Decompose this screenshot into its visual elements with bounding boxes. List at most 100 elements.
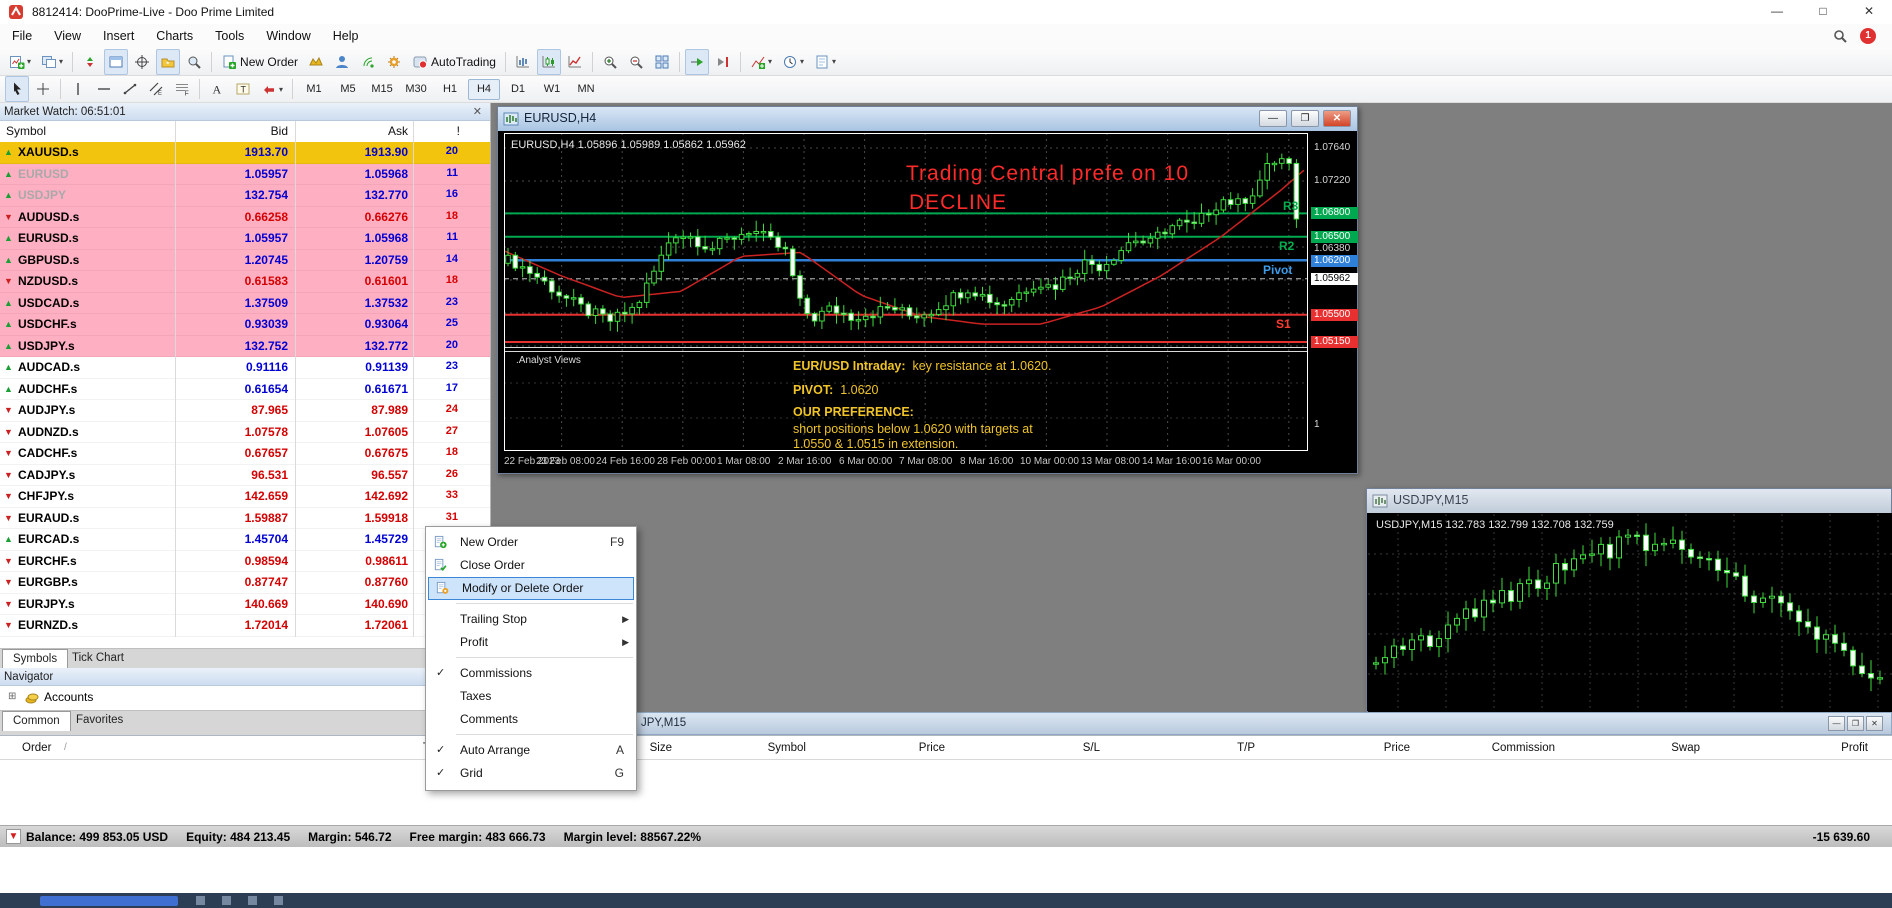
- orders-column-symbol[interactable]: Symbol: [768, 742, 806, 754]
- menu-item-auto-arrange[interactable]: ✓Auto ArrangeA: [426, 739, 636, 762]
- child-restore-icon[interactable]: ❐: [1291, 110, 1319, 127]
- child-close-icon[interactable]: ✕: [1866, 716, 1883, 731]
- column-symbol[interactable]: Symbol: [6, 124, 46, 138]
- column-spread[interactable]: !: [457, 124, 460, 138]
- market-watch-toggle-button[interactable]: [78, 49, 102, 75]
- orders-column-tp[interactable]: T/P: [1237, 742, 1255, 754]
- market-watch-row-audjpy.s[interactable]: ▼AUDJPY.s87.96587.98924: [0, 400, 490, 422]
- chart-area[interactable]: USDJPY,M15 132.783 132.799 132.708 132.7…: [1368, 513, 1892, 712]
- market-watch-row-xauusd.s[interactable]: ▲XAUUSD.s1913.701913.9020: [0, 142, 490, 164]
- market-watch-row-usdjpy.s[interactable]: ▲USDJPY.s132.752132.77220: [0, 336, 490, 358]
- search-symbols-button[interactable]: [182, 49, 206, 75]
- menu-help[interactable]: Help: [322, 24, 370, 48]
- tab-common[interactable]: Common: [2, 711, 71, 731]
- indicators-list-button[interactable]: ▾: [746, 49, 776, 75]
- minimize-icon[interactable]: —: [1754, 0, 1800, 23]
- timeframe-mn[interactable]: MN: [570, 79, 602, 100]
- notification-badge[interactable]: 1: [1860, 28, 1876, 44]
- templates-list-button[interactable]: ▾: [810, 49, 840, 75]
- market-watch-row-audcad.s[interactable]: ▲AUDCAD.s0.911160.9113923: [0, 357, 490, 379]
- child-minimize-icon[interactable]: —: [1828, 716, 1845, 731]
- menu-item-new-order[interactable]: New OrderF9: [426, 531, 636, 554]
- chart-window-titlebar[interactable]: EURUSD,H4 — ❐ ✕: [498, 107, 1357, 131]
- tab-symbols[interactable]: Symbols: [2, 649, 68, 669]
- close-icon[interactable]: ✕: [1846, 0, 1892, 23]
- new-order-button[interactable]: New Order: [217, 49, 302, 75]
- timeframe-w1[interactable]: W1: [536, 79, 568, 100]
- chart-area[interactable]: 1.076401.072201.068001.065001.063801.062…: [500, 131, 1357, 473]
- timeframe-m15[interactable]: M15: [366, 79, 398, 100]
- menu-insert[interactable]: Insert: [92, 24, 145, 48]
- child-close-icon[interactable]: ✕: [1323, 110, 1351, 127]
- orders-column-size[interactable]: Size: [650, 742, 672, 754]
- tab-favorites[interactable]: Favorites: [66, 711, 133, 730]
- menu-window[interactable]: Window: [255, 24, 321, 48]
- navigator-tree-item-accounts[interactable]: ⊞ Accounts: [0, 686, 490, 710]
- timeframe-d1[interactable]: D1: [502, 79, 534, 100]
- menu-file[interactable]: File: [1, 24, 43, 48]
- dropdown-caret-icon[interactable]: ▾: [768, 57, 772, 66]
- metaquotes-button[interactable]: [304, 49, 328, 75]
- orders-column-profit[interactable]: Profit: [1841, 742, 1868, 754]
- trendline-tool-button[interactable]: [118, 76, 142, 102]
- new-chart-button[interactable]: ▾: [5, 49, 35, 75]
- candlestick-mode-button[interactable]: [537, 49, 561, 75]
- market-watch-row-eurusd.s[interactable]: ▲EURUSD.s1.059571.0596811: [0, 228, 490, 250]
- menu-item-trailing-stop[interactable]: Trailing Stop▶: [426, 608, 636, 631]
- market-watch-row-audchf.s[interactable]: ▲AUDCHF.s0.616540.6167117: [0, 379, 490, 401]
- menu-item-taxes[interactable]: Taxes: [426, 685, 636, 708]
- market-watch-row-chfjpy.s[interactable]: ▼CHFJPY.s142.659142.69233: [0, 486, 490, 508]
- market-watch-row-cadjpy.s[interactable]: ▼CADJPY.s96.53196.55726: [0, 465, 490, 487]
- market-watch-row-usdcad.s[interactable]: ▲USDCAD.s1.375091.3753223: [0, 293, 490, 315]
- bar-chart-mode-button[interactable]: [511, 49, 535, 75]
- market-watch-row-eurgbp.s[interactable]: ▼EURGBP.s0.877470.87760: [0, 572, 490, 594]
- signals-button[interactable]: [356, 49, 380, 75]
- market-watch-row-euraud.s[interactable]: ▼EURAUD.s1.598871.5991831: [0, 508, 490, 530]
- tab-tick-chart[interactable]: Tick Chart: [62, 649, 134, 668]
- community-button[interactable]: [330, 49, 354, 75]
- taskbar-icon[interactable]: [196, 896, 205, 905]
- cursor-tool-button[interactable]: [5, 76, 29, 102]
- menu-item-comments[interactable]: Comments: [426, 708, 636, 731]
- menu-item-close-order[interactable]: Close Order: [426, 554, 636, 577]
- maximize-icon[interactable]: □: [1800, 0, 1846, 23]
- vertical-line-tool-button[interactable]: [66, 76, 90, 102]
- arrows-tool-button[interactable]: ▾: [257, 76, 287, 102]
- channel-tool-button[interactable]: E: [144, 76, 168, 102]
- tree-expand-icon[interactable]: ⊞: [8, 691, 16, 702]
- search-icon[interactable]: [1833, 29, 1848, 49]
- tile-windows-button[interactable]: [650, 49, 674, 75]
- periods-list-button[interactable]: ▾: [778, 49, 808, 75]
- services-button[interactable]: [382, 49, 406, 75]
- market-watch-row-cadchf.s[interactable]: ▼CADCHF.s0.676570.6767518: [0, 443, 490, 465]
- market-watch-row-eurcad.s[interactable]: ▲EURCAD.s1.457041.45729: [0, 529, 490, 551]
- chart-window-usdjpy-m15[interactable]: USDJPY,M15 USDJPY,M15 132.783 132.799 13…: [1366, 488, 1892, 712]
- market-watch-row-usdjpy[interactable]: ▲USDJPY132.754132.77016: [0, 185, 490, 207]
- orders-column-price[interactable]: Price: [919, 742, 945, 754]
- menu-view[interactable]: View: [43, 24, 92, 48]
- timeframe-h4[interactable]: H4: [468, 79, 500, 100]
- text-tool-button[interactable]: A: [205, 76, 229, 102]
- dropdown-caret-icon[interactable]: ▾: [27, 57, 31, 66]
- chart-window-titlebar[interactable]: USDJPY,M15: [1367, 489, 1891, 513]
- market-watch-row-nzdusd.s[interactable]: ▼NZDUSD.s0.615830.6160118: [0, 271, 490, 293]
- background-window-titlebar[interactable]: JPY,M15 — ❐ ✕: [494, 712, 1892, 735]
- data-window-toggle-button[interactable]: [104, 49, 128, 75]
- line-chart-mode-button[interactable]: [563, 49, 587, 75]
- zoom-in-button[interactable]: [598, 49, 622, 75]
- menu-tools[interactable]: Tools: [204, 24, 255, 48]
- market-watch-row-eurchf.s[interactable]: ▼EURCHF.s0.985940.98611: [0, 551, 490, 573]
- taskbar-item[interactable]: [40, 896, 178, 906]
- dropdown-caret-icon[interactable]: ▾: [279, 85, 283, 94]
- timeframe-m5[interactable]: M5: [332, 79, 364, 100]
- zoom-out-button[interactable]: [624, 49, 648, 75]
- market-watch-row-gbpusd.s[interactable]: ▲GBPUSD.s1.207451.2075914: [0, 250, 490, 272]
- taskbar-icon[interactable]: [274, 896, 283, 905]
- crosshair-tool-button[interactable]: [31, 76, 55, 102]
- chart-shift-button[interactable]: [711, 49, 735, 75]
- market-watch-row-eurjpy.s[interactable]: ▼EURJPY.s140.669140.690: [0, 594, 490, 616]
- timeframe-m30[interactable]: M30: [400, 79, 432, 100]
- market-watch-row-eurnzd.s[interactable]: ▼EURNZD.s1.720141.72061: [0, 615, 490, 637]
- orders-column-order[interactable]: Order: [22, 742, 51, 754]
- market-watch-close-icon[interactable]: ✕: [473, 103, 482, 121]
